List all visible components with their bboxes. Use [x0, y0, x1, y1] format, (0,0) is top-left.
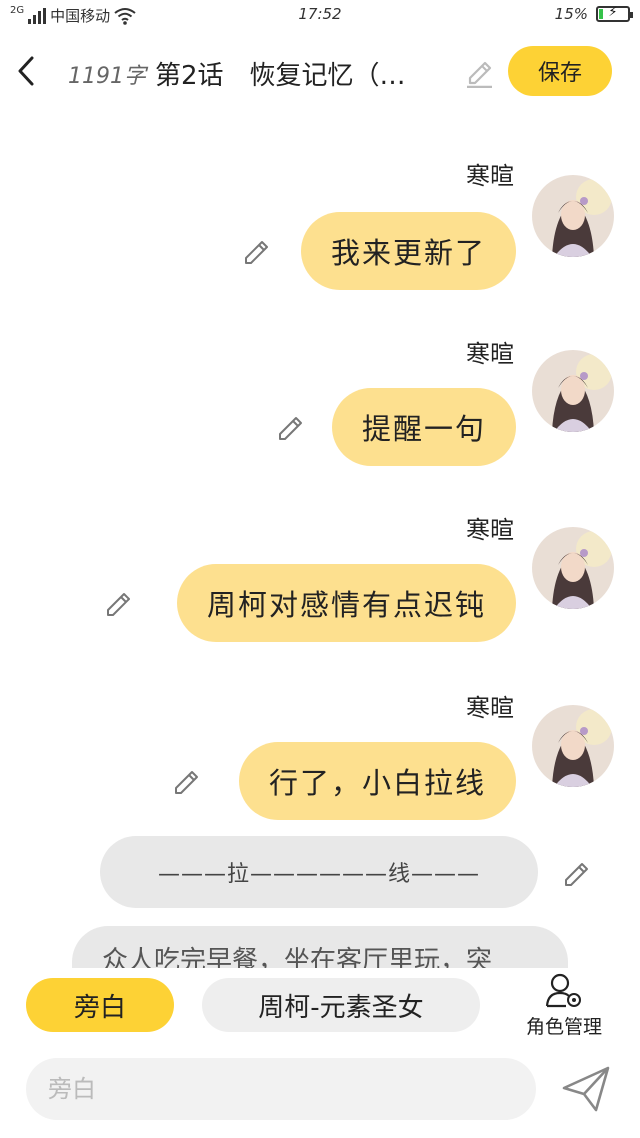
avatar[interactable]	[532, 527, 614, 609]
pencil-icon[interactable]	[562, 858, 592, 888]
speaker-name: 寒暄	[466, 162, 514, 190]
chapter-title[interactable]: 第2话 恢复记忆（…	[155, 55, 455, 92]
speaker-name: 寒暄	[466, 340, 514, 368]
role-narration-button[interactable]: 旁白	[26, 978, 174, 1032]
role-character-button[interactable]: 周柯-元素圣女	[202, 978, 480, 1032]
avatar-image	[532, 175, 614, 257]
status-bar-right: 15% ⚡	[554, 5, 633, 23]
avatar[interactable]	[532, 175, 614, 257]
message-bubble[interactable]: 行了，小白拉线	[238, 742, 516, 820]
message-bubble[interactable]: 我来更新了	[300, 212, 516, 290]
editor-header: 1191字 第2话 恢复记忆（… 保存	[0, 40, 640, 102]
avatar[interactable]	[532, 350, 614, 432]
message-input[interactable]	[26, 1058, 536, 1120]
clock: 17:52	[298, 5, 342, 23]
message-bubble[interactable]: 提醒一句	[331, 388, 516, 466]
word-count: 1191字	[68, 64, 146, 89]
role-manage-label: 角色管理	[525, 1016, 602, 1038]
message-bubble[interactable]: 周柯对感情有点迟钝	[176, 564, 516, 642]
avatar-image	[532, 705, 614, 787]
back-icon[interactable]	[12, 54, 42, 88]
avatar-image	[532, 527, 614, 609]
role-manage-button[interactable]: 角色管理	[514, 972, 614, 1042]
narration-bubble[interactable]: ———拉——————线———	[100, 836, 538, 908]
bolt-icon: ⚡	[608, 5, 618, 20]
pencil-icon[interactable]	[276, 412, 306, 442]
send-icon[interactable]	[560, 1064, 612, 1114]
avatar[interactable]	[532, 705, 614, 787]
pencil-icon[interactable]	[172, 766, 202, 796]
pencil-icon[interactable]	[104, 588, 134, 618]
bottom-panel: 旁白 周柯-元素圣女 角色管理	[0, 968, 640, 1138]
edit-icon[interactable]	[464, 54, 494, 88]
speaker-name: 寒暄	[466, 516, 514, 544]
pencil-icon[interactable]	[242, 236, 272, 266]
role-settings-icon	[545, 973, 581, 1008]
speaker-name: 寒暄	[466, 694, 514, 722]
battery-percent: 15%	[554, 5, 588, 23]
status-bar: 2G 中国移动 17:52 15% ⚡	[0, 0, 640, 30]
avatar-image	[532, 350, 614, 432]
battery-charging-icon: ⚡	[596, 5, 633, 22]
save-button[interactable]: 保存	[508, 46, 612, 96]
